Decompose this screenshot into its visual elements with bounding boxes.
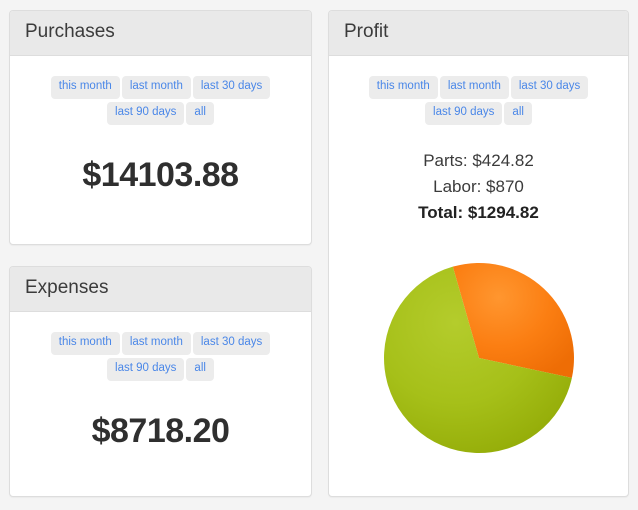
purchases-amount: $14103.88 [82, 155, 239, 194]
expenses-panel-body: this month last month last 30 days last 90 … [10, 312, 311, 466]
profit-total-line: Total: $1294.82 [418, 202, 539, 222]
expenses-range-last-30-days[interactable]: last 30 days [192, 332, 271, 355]
profit-labor-line: Labor: $870 [433, 176, 524, 196]
profit-panel-title: Profit [344, 21, 389, 42]
profit-figures: Parts: $424.82 Labor: $870 Total: $1294.… [344, 148, 613, 226]
profit-pie-chart-container [344, 262, 613, 472]
expenses-range-last-month[interactable]: last month [121, 332, 191, 355]
purchases-range-last-90-days[interactable]: last 90 days [107, 102, 185, 125]
purchases-panel-heading: Purchases [10, 11, 311, 56]
profit-panel-body: this month last month last 30 days last 90 … [329, 56, 628, 487]
expenses-panel-title: Expenses [25, 277, 109, 298]
expenses-panel-heading: Expenses [10, 267, 311, 312]
expenses-range-button-group: this month last month last 30 days last 90 … [25, 330, 296, 382]
purchases-panel-title: Purchases [25, 21, 115, 42]
profit-panel-heading: Profit [329, 11, 628, 56]
profit-parts-line: Parts: $424.82 [423, 150, 534, 170]
profit-range-last-month[interactable]: last month [439, 76, 509, 99]
expenses-panel: Expenses this month last month last 30 day… [9, 266, 312, 497]
purchases-range-all[interactable]: all [186, 102, 214, 125]
expenses-range-all[interactable]: all [186, 358, 214, 381]
profit-range-last-90-days[interactable]: last 90 days [425, 102, 503, 125]
profit-range-this-month[interactable]: this month [368, 76, 438, 99]
purchases-range-button-group: this month last month last 30 days last 90 … [25, 74, 296, 126]
purchases-range-last-30-days[interactable]: last 30 days [192, 76, 271, 99]
profit-range-button-group: this month last month last 30 days last 90 … [344, 74, 613, 126]
profit-panel: Profit this month last month last 30 days l… [328, 10, 629, 497]
purchases-panel-body: this month last month last 30 days last 90 … [10, 56, 311, 210]
purchases-panel: Purchases this month last month last 30 da… [9, 10, 312, 245]
pie-slices-group [383, 262, 574, 453]
purchases-range-this-month[interactable]: this month [50, 76, 120, 99]
expenses-range-last-90-days[interactable]: last 90 days [107, 358, 185, 381]
profit-pie-chart [383, 262, 574, 453]
expenses-range-this-month[interactable]: this month [50, 332, 120, 355]
expenses-amount: $8718.20 [91, 411, 230, 450]
purchases-range-last-month[interactable]: last month [121, 76, 191, 99]
dashboard-page: Purchases this month last month last 30 da… [0, 0, 638, 510]
profit-range-last-30-days[interactable]: last 30 days [510, 76, 589, 99]
profit-range-all[interactable]: all [504, 102, 532, 125]
